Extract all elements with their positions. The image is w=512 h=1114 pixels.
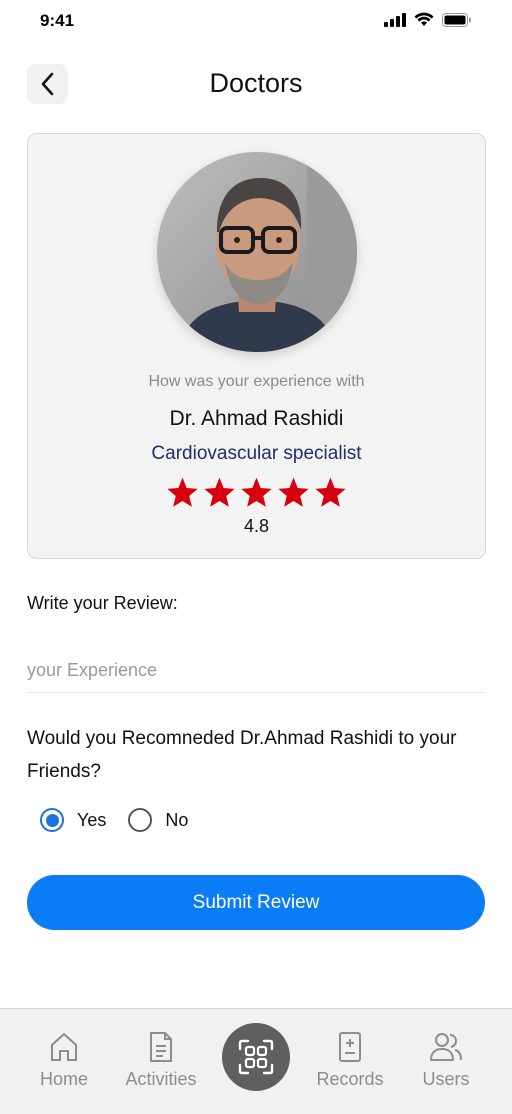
signal-icon <box>384 12 406 27</box>
recommend-radio-group: Yes No <box>40 808 188 832</box>
battery-icon <box>442 12 471 27</box>
nav-users[interactable]: Users <box>401 1031 491 1090</box>
radio-no-circle[interactable] <box>128 808 153 832</box>
radio-yes-dot <box>45 813 59 827</box>
medical-record-icon <box>339 1032 361 1062</box>
users-icon <box>430 1033 462 1061</box>
radio-yes[interactable]: Yes <box>40 808 106 832</box>
nav-records[interactable]: Records <box>305 1031 395 1090</box>
header: Doctors <box>0 60 512 108</box>
nav-activities-label: Activities <box>125 1069 197 1089</box>
status-time: 9:41 <box>40 11 75 30</box>
qr-scan-icon <box>238 1039 274 1075</box>
nav-users-label: Users <box>422 1069 470 1089</box>
star-icon[interactable] <box>240 476 273 508</box>
nav-home[interactable]: Home <box>19 1031 109 1090</box>
radio-no[interactable]: No <box>128 808 188 832</box>
nav-records-label: Records <box>316 1069 384 1089</box>
review-label: Write your Review: <box>27 593 178 613</box>
doctor-card: How was your experience with Dr. Ahmad R… <box>27 133 486 559</box>
document-icon <box>150 1032 172 1062</box>
star-icon[interactable] <box>203 476 236 508</box>
nav-scan-button[interactable] <box>222 1023 290 1091</box>
doctor-specialty: Cardiovascular specialist <box>151 443 362 464</box>
submit-review-button[interactable]: Submit Review <box>27 875 485 930</box>
nav-activities[interactable]: Activities <box>116 1031 206 1090</box>
page-title: Doctors <box>209 68 303 98</box>
bottom-nav: Home Activities Records Users <box>0 1008 512 1114</box>
home-icon <box>51 1033 77 1061</box>
radio-no-label: No <box>165 809 189 830</box>
status-icons <box>384 12 472 27</box>
wifi-icon <box>414 12 434 26</box>
star-icon[interactable] <box>166 476 199 508</box>
experience-prompt: How was your experience with <box>148 373 365 390</box>
radio-yes-circle[interactable] <box>40 808 64 832</box>
status-bar: 9:41 <box>0 0 512 44</box>
doctor-avatar <box>157 152 357 352</box>
doctor-name: Dr. Ahmad Rashidi <box>169 407 344 430</box>
star-icon[interactable] <box>314 476 347 508</box>
rating-stars[interactable] <box>28 476 485 508</box>
star-icon[interactable] <box>277 476 310 508</box>
review-input[interactable] <box>27 648 484 693</box>
rating-value: 4.8 <box>243 516 270 536</box>
radio-yes-label: Yes <box>77 809 107 830</box>
nav-home-label: Home <box>39 1069 88 1089</box>
recommend-question: Would you Recomneded Dr.Ahmad Rashidi to… <box>27 728 457 782</box>
